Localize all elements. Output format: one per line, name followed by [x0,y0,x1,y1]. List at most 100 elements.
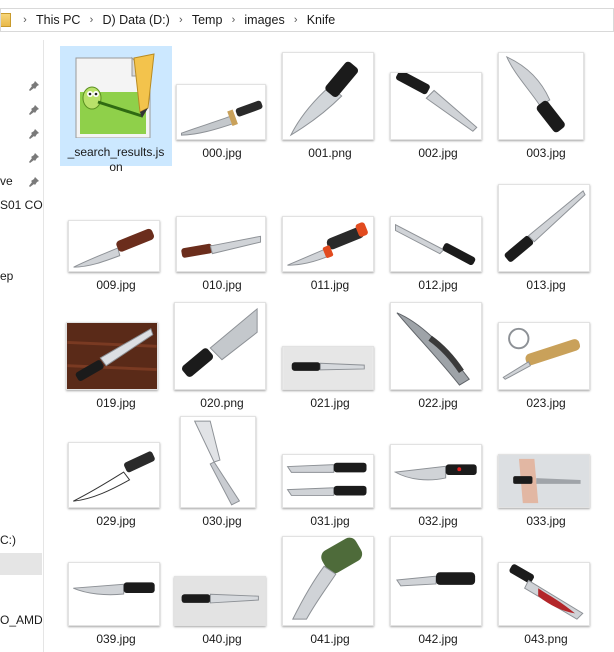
file-tile[interactable]: 020.png [166,296,278,416]
nav-item-truncated[interactable]: S01 COM [0,198,43,212]
file-tile[interactable]: 000.jpg [166,46,278,166]
thumbnail [498,184,590,272]
file-tile[interactable]: 012.jpg [382,178,494,298]
file-name-line: on [109,160,123,174]
file-name: 003.jpg [526,146,566,160]
file-name: 021.jpg [310,396,350,410]
file-tile[interactable]: 042.jpg [382,532,494,652]
thumbnail [68,442,160,508]
thumbnail [498,52,584,140]
breadcrumb-knife[interactable]: Knife [304,13,339,27]
file-name: 020.png [200,396,244,410]
file-tile[interactable]: 043.png [490,532,602,652]
file-name: 033.jpg [526,514,566,528]
file-name-line: _search_results.js [67,145,165,159]
thumbnail [282,216,374,272]
file-name: 039.jpg [96,632,136,646]
thumbnail [176,216,266,272]
file-tile[interactable]: 032.jpg [382,414,494,534]
file-name: _search_results.js on [60,145,172,175]
file-tile[interactable]: 022.jpg [382,296,494,416]
file-name: 010.jpg [202,278,242,292]
breadcrumb-this-pc[interactable]: This PC [33,13,83,27]
navigation-pane[interactable]: ve S01 COM ep C:) O_AMD6 [0,40,44,652]
thumbnail [174,576,266,626]
pin-icon[interactable] [28,80,40,92]
thumbnail [498,454,590,508]
breadcrumb: › This PC › D) Data (D:) › Temp › images… [17,13,338,27]
pin-icon[interactable] [28,152,40,164]
notepad-plus-plus-icon [70,52,158,139]
file-tile[interactable]: 021.jpg [274,296,386,416]
file-name: 009.jpg [96,278,136,292]
folder-icon [1,13,11,27]
thumbnail [390,302,482,390]
file-name: 002.jpg [418,146,458,160]
file-tile[interactable]: 040.jpg [166,532,278,652]
file-name: 031.jpg [310,514,350,528]
file-name: 042.jpg [418,632,458,646]
file-tile[interactable]: 013.jpg [490,178,602,298]
nav-item-c-drive[interactable]: C:) [0,533,16,547]
chevron-right-icon[interactable]: › [17,14,33,26]
file-tile[interactable]: 009.jpg [60,178,172,298]
file-tile[interactable]: 041.jpg [274,532,386,652]
thumbnail [174,302,266,390]
file-name: 000.jpg [202,146,242,160]
file-name: 029.jpg [96,514,136,528]
file-tile[interactable]: 031.jpg [274,414,386,534]
pin-icon[interactable] [28,176,40,188]
thumbnail [282,52,374,140]
file-tile[interactable]: 033.jpg [490,414,602,534]
thumbnail [390,216,482,272]
thumbnail [498,562,590,626]
chevron-right-icon[interactable]: › [173,14,189,26]
thumbnail [68,220,160,272]
nav-item-selected-highlight[interactable] [0,553,42,575]
file-name: 012.jpg [418,278,458,292]
thumbnail [498,322,590,390]
thumbnail [180,416,256,508]
file-name: 019.jpg [96,396,136,410]
thumbnail [282,454,374,508]
file-tile[interactable]: 001.png [274,46,386,166]
file-name: 022.jpg [418,396,458,410]
nav-item-truncated[interactable]: ve [0,174,13,188]
file-tile[interactable]: 029.jpg [60,414,172,534]
file-tile-search-results[interactable]: _search_results.js on [60,46,172,174]
chevron-right-icon[interactable]: › [288,14,304,26]
thumbnail [282,536,374,626]
file-name: 001.png [308,146,352,160]
breadcrumb-images[interactable]: images [241,13,287,27]
thumbnail [68,562,160,626]
breadcrumb-temp[interactable]: Temp [189,13,226,27]
file-grid[interactable]: _search_results.js on 000.jpg 001.png 00… [46,40,614,652]
file-tile[interactable]: 010.jpg [166,178,278,298]
file-name: 040.jpg [202,632,242,646]
thumbnail [390,444,482,508]
file-tile[interactable]: 003.jpg [490,46,602,166]
nav-item-truncated[interactable]: ep [0,269,13,283]
nav-item-truncated[interactable]: O_AMD6 [0,613,43,627]
thumbnail [66,322,158,390]
chevron-right-icon[interactable]: › [83,14,99,26]
breadcrumb-data-drive[interactable]: D) Data (D:) [99,13,172,27]
file-tile[interactable]: 002.jpg [382,46,494,166]
file-tile[interactable]: 030.jpg [166,414,278,534]
file-name: 043.png [524,632,568,646]
file-name: 011.jpg [310,278,350,292]
file-tile[interactable]: 019.jpg [60,296,172,416]
address-bar[interactable]: › This PC › D) Data (D:) › Temp › images… [0,8,614,32]
file-name: 030.jpg [202,514,242,528]
thumbnail [282,346,374,390]
chevron-right-icon[interactable]: › [225,14,241,26]
file-tile[interactable]: 039.jpg [60,532,172,652]
thumbnail [390,536,482,626]
file-name: 013.jpg [526,278,566,292]
pin-icon[interactable] [28,104,40,116]
pin-icon[interactable] [28,128,40,140]
file-tile[interactable]: 023.jpg [490,296,602,416]
file-tile[interactable]: 011.jpg [274,178,386,298]
file-name: 023.jpg [526,396,566,410]
thumbnail [176,84,266,140]
